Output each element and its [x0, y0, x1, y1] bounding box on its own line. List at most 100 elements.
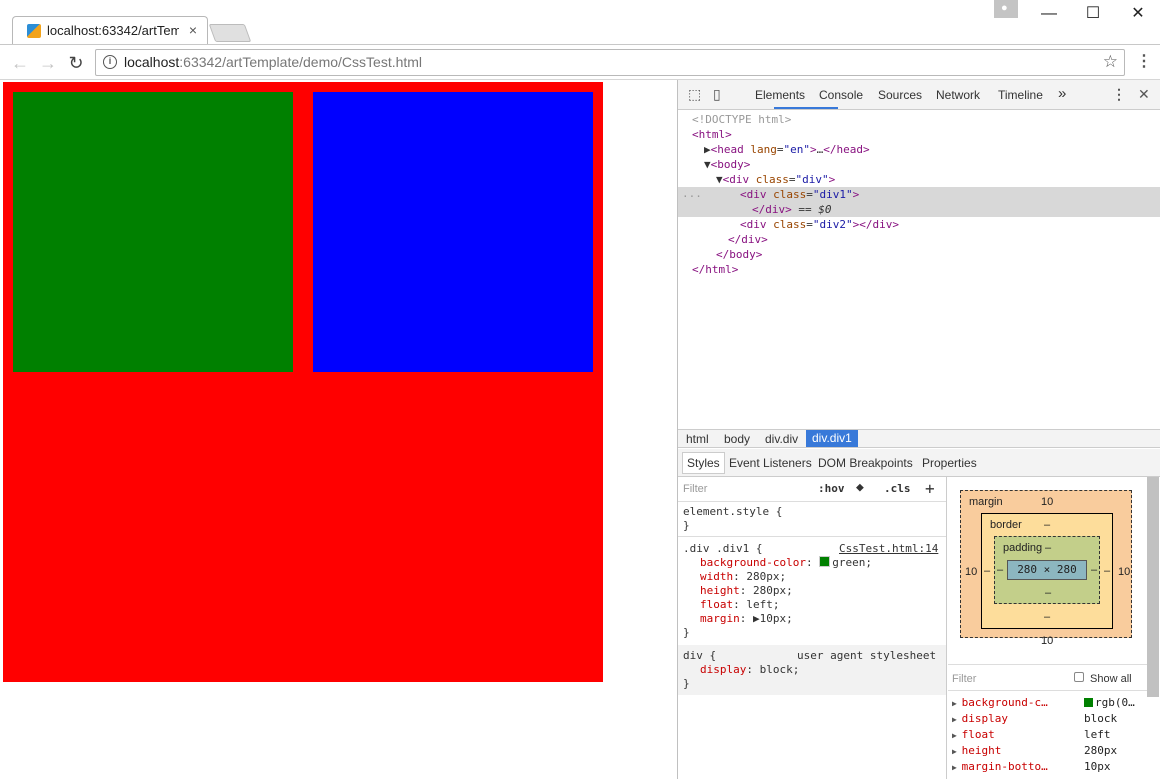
title-bar: localhost:63342/artTem × ● — ☐ ✕	[0, 0, 1160, 44]
expand-arrow-icon[interactable]: ▶	[952, 699, 962, 708]
margin-top-value[interactable]: 10	[1041, 496, 1053, 508]
devtools-menu-icon[interactable]: ⋮	[1112, 86, 1126, 103]
show-all-checkbox[interactable]	[1074, 672, 1084, 682]
border-bottom-value[interactable]: –	[1044, 611, 1050, 623]
dom-tree-node[interactable]: <div class="div1">	[740, 187, 1160, 202]
computed-property[interactable]: ▶ background-c… rgb(0…	[952, 695, 1152, 711]
tab-sources[interactable]: Sources	[878, 88, 922, 102]
subtab-properties[interactable]: Properties	[922, 456, 977, 470]
crumb-div[interactable]: div.div	[765, 432, 798, 446]
expand-arrow-icon[interactable]: ▶	[952, 763, 962, 772]
border-left-value[interactable]: –	[984, 565, 990, 577]
element-style-selector[interactable]: element.style {	[683, 505, 782, 519]
dom-tree-node[interactable]: <html>	[692, 127, 1160, 142]
subtab-dom-breakpoints[interactable]: DOM Breakpoints	[818, 456, 913, 470]
crumb-div1[interactable]: div.div1	[806, 430, 858, 447]
ua-close: }	[683, 677, 690, 690]
info-icon[interactable]: i	[103, 55, 117, 69]
style-property[interactable]: margin: ▶10px;	[700, 612, 793, 626]
subtab-event-listeners[interactable]: Event Listeners	[729, 456, 812, 470]
node-ellipsis[interactable]: ...	[682, 187, 702, 200]
dom-tree-node[interactable]: </body>	[716, 247, 1160, 262]
margin-right-value[interactable]: 10	[1118, 566, 1130, 578]
expand-arrow-icon[interactable]: ▶	[952, 715, 962, 724]
webstorm-favicon-icon	[27, 24, 41, 38]
computed-scrollbar[interactable]	[1147, 477, 1159, 697]
dom-tree-node[interactable]: <div class="div2"></div>	[740, 217, 1160, 232]
box-model-padding: padding – – – – 280 × 280	[994, 536, 1100, 604]
dom-tree-node[interactable]: </html>	[692, 262, 1160, 277]
devtools-close-icon[interactable]: ✕	[1138, 86, 1150, 103]
box-model-content[interactable]: 280 × 280	[1007, 560, 1087, 580]
close-window-button[interactable]: ✕	[1115, 2, 1160, 26]
maximize-button[interactable]: ☐	[1070, 2, 1116, 26]
inspect-element-icon[interactable]: ⬚	[688, 86, 701, 103]
rule-selector[interactable]: .div .div1 {	[683, 542, 762, 556]
styles-filter-input[interactable]: Filter	[683, 483, 707, 495]
tab-close-icon[interactable]: ×	[189, 22, 197, 38]
address-bar[interactable]: i localhost:63342/artTemplate/demo/CssTe…	[95, 49, 1125, 76]
profile-button[interactable]: ●	[994, 0, 1018, 18]
style-property[interactable]: background-color: green;	[700, 556, 872, 570]
expand-arrow-icon[interactable]: ▶	[952, 731, 962, 740]
tab-elements[interactable]: Elements	[755, 88, 805, 102]
ua-property: display: block;	[700, 663, 800, 676]
crumb-html[interactable]: html	[686, 432, 709, 446]
computed-property[interactable]: ▶ height 280px	[952, 743, 1152, 759]
padding-bottom-value[interactable]: –	[1045, 587, 1051, 599]
bookmark-star-icon[interactable]: ☆	[1103, 52, 1118, 72]
border-right-value[interactable]: –	[1104, 565, 1110, 577]
new-tab-button[interactable]	[208, 24, 252, 42]
hov-toggle[interactable]: :hov	[818, 482, 845, 495]
reload-icon[interactable]: ↻	[66, 53, 86, 73]
padding-left-value[interactable]: –	[997, 564, 1003, 576]
padding-label: padding	[1003, 542, 1043, 554]
computed-property[interactable]: ▶ margin-botto… 10px	[952, 759, 1152, 775]
color-format-icon[interactable]: ◆	[856, 480, 864, 495]
back-arrow-icon[interactable]: ←	[10, 53, 30, 73]
rule-source-link[interactable]: CssTest.html:14	[839, 542, 938, 556]
computed-filter-input[interactable]: Filter	[952, 673, 976, 685]
chrome-menu-icon[interactable]: ⋮	[1136, 51, 1152, 73]
dom-tree-node[interactable]: ▶<head lang="en">…</head>	[704, 142, 1160, 157]
border-label: border	[990, 519, 1022, 531]
computed-pane: margin 10 10 10 10 border – – – – paddin…	[948, 477, 1160, 779]
device-mode-icon[interactable]: ▯	[713, 86, 721, 103]
style-property[interactable]: width: 280px;	[700, 570, 786, 584]
styles-pane: Filter :hov ◆ .cls + element.style { } .…	[678, 477, 947, 779]
dom-tree-node[interactable]: ▼<body>	[704, 157, 1160, 172]
tab-title: localhost:63342/artTem	[47, 23, 179, 38]
style-property[interactable]: height: 280px;	[700, 584, 793, 598]
more-tabs-icon[interactable]: »	[1058, 85, 1066, 102]
forward-arrow-icon[interactable]: →	[38, 53, 58, 73]
dom-tree-node[interactable]: <!DOCTYPE html>	[692, 112, 1160, 127]
browser-tab[interactable]: localhost:63342/artTem ×	[12, 16, 208, 44]
margin-left-value[interactable]: 10	[965, 566, 977, 578]
padding-right-value[interactable]: –	[1091, 564, 1097, 576]
style-property[interactable]: float: left;	[700, 598, 780, 612]
expand-arrow-icon[interactable]: ▶	[952, 747, 962, 756]
padding-top-value[interactable]: –	[1045, 542, 1051, 554]
minimize-button[interactable]: —	[1026, 2, 1072, 26]
dom-tree-node[interactable]: ▼<div class="div">	[716, 172, 1160, 187]
dom-tree-node[interactable]: </div>	[728, 232, 1160, 247]
crumb-body[interactable]: body	[724, 432, 750, 446]
tab-network[interactable]: Network	[936, 88, 980, 102]
new-rule-button[interactable]: +	[925, 479, 935, 498]
green-div1	[13, 92, 293, 372]
computed-property[interactable]: ▶ float left	[952, 727, 1152, 743]
element-style-close: }	[683, 519, 690, 532]
tab-timeline[interactable]: Timeline	[998, 88, 1043, 102]
browser-toolbar: ← → ↻ i localhost:63342/artTemplate/demo…	[0, 44, 1160, 80]
tab-console[interactable]: Console	[819, 88, 863, 102]
color-swatch	[1084, 698, 1093, 707]
blue-div2	[313, 92, 593, 372]
dom-tree-node[interactable]: </div> == $0	[752, 202, 1160, 217]
border-top-value[interactable]: –	[1044, 519, 1050, 531]
ua-selector: div {	[683, 649, 717, 662]
color-swatch[interactable]	[819, 556, 831, 567]
subtab-styles[interactable]: Styles	[682, 452, 725, 474]
margin-bottom-value[interactable]: 10	[1041, 635, 1053, 647]
cls-toggle[interactable]: .cls	[884, 482, 911, 495]
computed-property[interactable]: ▶ display block	[952, 711, 1152, 727]
